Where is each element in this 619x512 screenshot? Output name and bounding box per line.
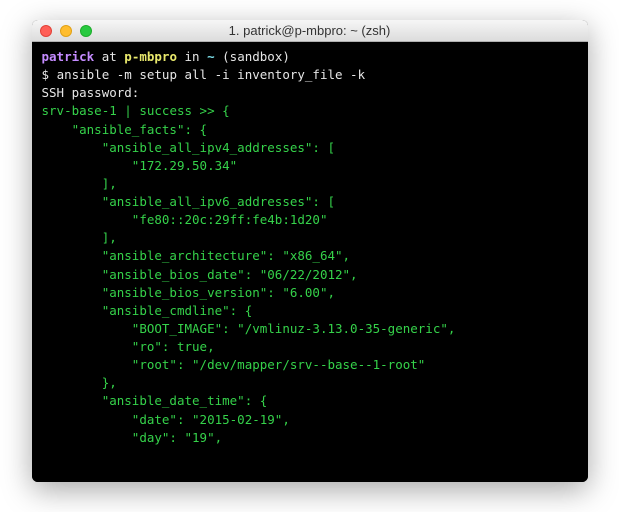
prompt-path: ~ xyxy=(207,49,215,64)
result-sep: | xyxy=(117,103,140,118)
command-text: ansible -m setup all -i inventory_file -… xyxy=(57,67,366,82)
zoom-icon[interactable] xyxy=(80,25,92,37)
ssh-password-line: SSH password: xyxy=(42,85,140,100)
root-line: "root": "/dev/mapper/srv--base--1-root" xyxy=(42,357,426,372)
terminal-window: 1. patrick@p-mbpro: ~ (zsh) patrick at p… xyxy=(32,20,588,482)
ipv6-key: "ansible_all_ipv6_addresses": [ xyxy=(42,194,336,209)
prompt-in: in xyxy=(177,49,207,64)
result-host: srv-base-1 xyxy=(42,103,117,118)
ipv4-close: ], xyxy=(42,176,117,191)
ro-post: , xyxy=(207,339,215,354)
prompt-env: (sandbox) xyxy=(215,49,290,64)
facts-open: "ansible_facts": { xyxy=(42,122,208,137)
titlebar[interactable]: 1. patrick@p-mbpro: ~ (zsh) xyxy=(32,20,588,42)
cmdline-key: "ansible_cmdline": { xyxy=(42,303,253,318)
cmdline-close: }, xyxy=(42,375,117,390)
prompt-symbol: $ xyxy=(42,67,57,82)
datetime-key: "ansible_date_time": { xyxy=(42,393,268,408)
prompt-user: patrick xyxy=(42,49,95,64)
window-title: 1. patrick@p-mbpro: ~ (zsh) xyxy=(32,23,588,38)
result-tail: >> { xyxy=(192,103,230,118)
traffic-lights xyxy=(40,25,92,37)
day-line: "day": "19", xyxy=(42,430,223,445)
ro-pre: "ro": xyxy=(42,339,177,354)
date-line: "date": "2015-02-19", xyxy=(42,412,290,427)
ipv4-val: "172.29.50.34" xyxy=(42,158,238,173)
prompt-host: p-mbpro xyxy=(124,49,177,64)
terminal-body[interactable]: patrick at p-mbpro in ~ (sandbox) $ ansi… xyxy=(32,42,588,482)
ipv4-key: "ansible_all_ipv4_addresses": [ xyxy=(42,140,336,155)
bios-ver-line: "ansible_bios_version": "6.00", xyxy=(42,285,336,300)
bios-date-line: "ansible_bios_date": "06/22/2012", xyxy=(42,267,358,282)
ipv6-close: ], xyxy=(42,230,117,245)
result-status: success xyxy=(139,103,192,118)
ipv6-val: "fe80::20c:29ff:fe4b:1d20" xyxy=(42,212,328,227)
ro-val: true xyxy=(177,339,207,354)
close-icon[interactable] xyxy=(40,25,52,37)
boot-image-line: "BOOT_IMAGE": "/vmlinuz-3.13.0-35-generi… xyxy=(42,321,456,336)
arch-line: "ansible_architecture": "x86_64", xyxy=(42,248,351,263)
minimize-icon[interactable] xyxy=(60,25,72,37)
prompt-at: at xyxy=(94,49,124,64)
